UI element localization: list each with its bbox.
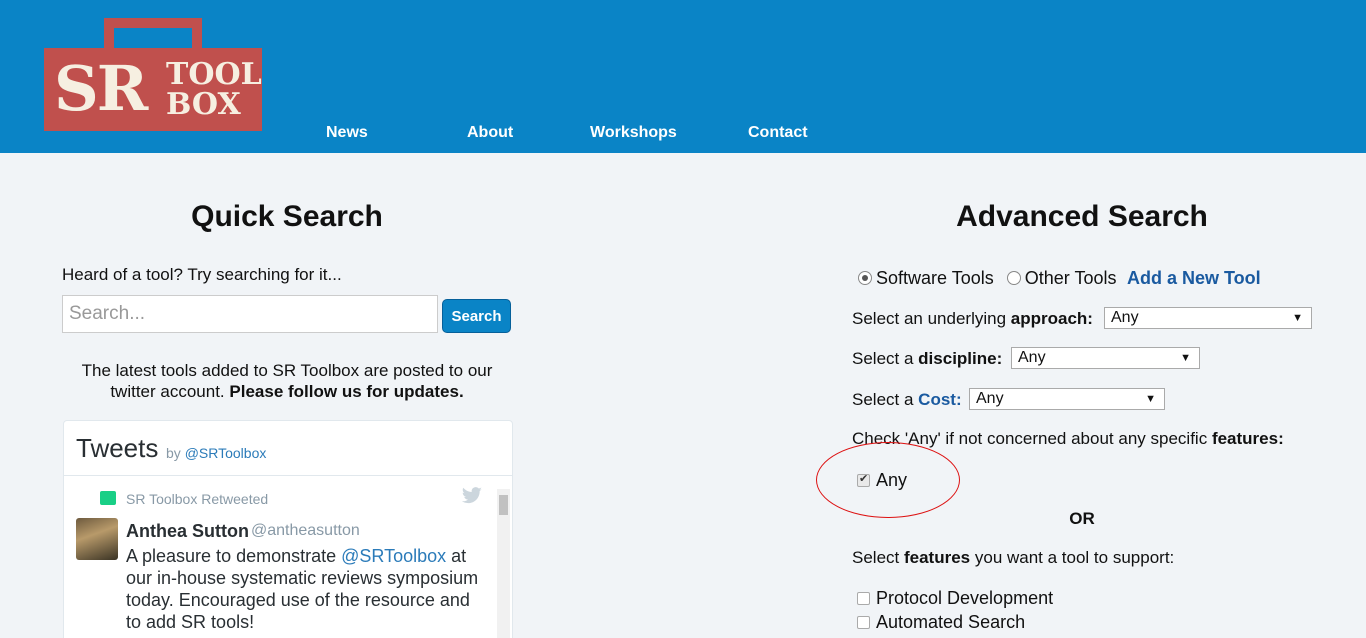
logo-tool-text: TOOL [166, 57, 262, 92]
nav-about[interactable]: About [467, 124, 513, 142]
timeline-handle-link[interactable]: @SRToolbox [185, 445, 267, 461]
radio-software-tools[interactable] [858, 271, 872, 285]
quick-search-title: Quick Search [191, 200, 383, 233]
scrollbar-thumb[interactable] [499, 495, 508, 515]
advanced-search-title: Advanced Search [956, 200, 1208, 233]
retweeted-label: SR Toolbox Retweeted [126, 491, 269, 507]
approach-select[interactable]: Any ▼ [1104, 307, 1312, 329]
cost-select-value: Any [976, 390, 1004, 407]
feature-option-row: Protocol Development [857, 588, 1053, 609]
logo-box-text: BOX [166, 87, 241, 122]
search-button[interactable]: Search [442, 299, 511, 333]
cost-row: Select a Cost: [852, 390, 962, 410]
timeline-by: by @SRToolbox [166, 445, 266, 461]
or-separator: OR [1069, 509, 1095, 528]
approach-select-value: Any [1111, 309, 1139, 326]
cost-label: Select a [852, 390, 914, 409]
chevron-down-icon: ▼ [1145, 393, 1156, 405]
select-features-label: Select [852, 548, 900, 567]
follow-us-text: Please follow us for updates. [229, 382, 464, 401]
site-logo[interactable]: SR TOOL BOX [44, 18, 262, 131]
approach-label-bold: approach: [1010, 309, 1093, 328]
logo-sr-text: SR [54, 52, 148, 125]
retweet-icon [100, 491, 116, 505]
chevron-down-icon: ▼ [1180, 352, 1191, 364]
search-input[interactable] [62, 295, 438, 333]
logo-handle [104, 18, 202, 50]
highlight-circle [816, 442, 960, 518]
radio-other-label[interactable]: Other Tools [1025, 268, 1117, 288]
discipline-select-value: Any [1018, 349, 1046, 366]
feature-checkbox[interactable] [857, 616, 870, 629]
cost-link[interactable]: Cost: [918, 390, 961, 409]
tweet-text-start: A pleasure to demonstrate [126, 546, 337, 566]
feature-option-row: Automated Search [857, 612, 1025, 633]
tweet-mention-link[interactable]: @SRToolbox [341, 546, 446, 566]
tweet-text: A pleasure to demonstrate @SRToolbox at … [126, 545, 486, 633]
features-hint-bold: features: [1211, 429, 1284, 448]
tool-type-radios: Software Tools Other Tools [858, 268, 1124, 289]
select-features-row: Select features you want a tool to suppo… [852, 548, 1174, 568]
approach-label: Select an underlying [852, 309, 1007, 328]
radio-other-tools[interactable] [1006, 271, 1021, 285]
discipline-label-bold: discipline: [918, 349, 1003, 368]
twitter-bird-icon[interactable] [461, 487, 483, 505]
timeline-by-label: by [166, 445, 181, 461]
avatar[interactable] [76, 518, 118, 560]
select-features-bold: features [903, 548, 971, 567]
discipline-row: Select a discipline: [852, 349, 1002, 369]
radio-software-label[interactable]: Software Tools [876, 268, 994, 288]
nav-news[interactable]: News [326, 124, 368, 142]
approach-row: Select an underlying approach: [852, 309, 1093, 329]
cost-select[interactable]: Any ▼ [969, 388, 1165, 410]
feature-option-label[interactable]: Protocol Development [876, 588, 1053, 608]
select-features-tail: you want a tool to support: [974, 548, 1175, 567]
feature-checkbox[interactable] [857, 592, 870, 605]
timeline-title: Tweets [76, 433, 159, 463]
twitter-timeline: Tweets by @SRToolbox SR Toolbox Retweete… [63, 420, 513, 638]
tweet-author-handle[interactable]: @antheasutton [251, 522, 360, 540]
tweet-author-name[interactable]: Anthea Sutton [126, 521, 249, 542]
discipline-label: Select a [852, 349, 914, 368]
timeline-header: Tweets by @SRToolbox [64, 421, 512, 476]
chevron-down-icon: ▼ [1292, 312, 1303, 324]
timeline-scrollbar[interactable] [497, 489, 510, 638]
discipline-select[interactable]: Any ▼ [1011, 347, 1200, 369]
add-new-tool-link[interactable]: Add a New Tool [1127, 268, 1261, 289]
feature-option-label[interactable]: Automated Search [876, 612, 1025, 632]
quick-search-hint: Heard of a tool? Try searching for it... [62, 265, 342, 284]
nav-workshops[interactable]: Workshops [590, 124, 677, 142]
latest-tools-text: The latest tools added to SR Toolbox are… [62, 360, 512, 402]
site-header: SR TOOL BOX News About Workshops Contact [0, 0, 1366, 153]
nav-contact[interactable]: Contact [748, 124, 808, 142]
